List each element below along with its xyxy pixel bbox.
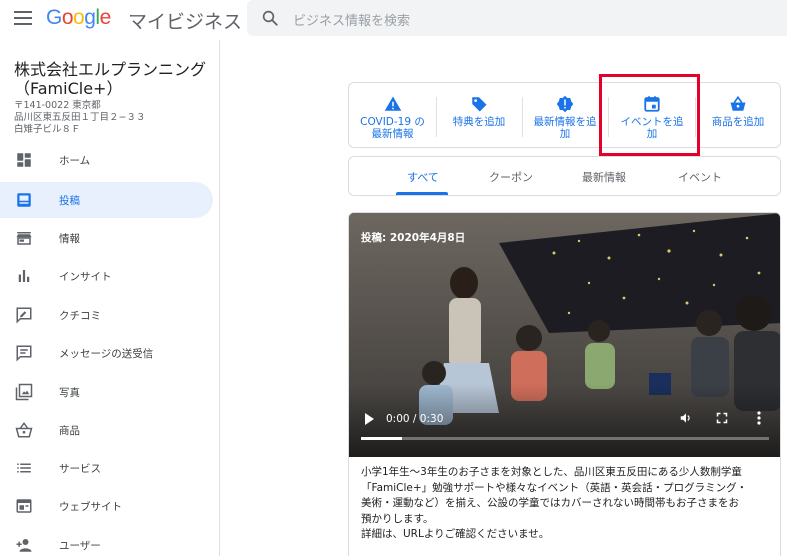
- add-update-button[interactable]: 最新情報を追加: [522, 83, 608, 149]
- sidebar-item-services[interactable]: サービス: [0, 450, 213, 486]
- sidebar-item-label: ウェブサイト: [59, 501, 122, 513]
- action-label: 特典を追加: [452, 116, 506, 128]
- sidebar-item-label: 情報: [59, 233, 80, 245]
- tab-coupons[interactable]: クーポン: [489, 169, 533, 185]
- sidebar-item-messages[interactable]: メッセージの送受信: [0, 335, 213, 371]
- sidebar-item-reviews[interactable]: クチコミ: [0, 297, 213, 333]
- business-name: 株式会社エルプランニング（FamiCle+）: [14, 60, 207, 98]
- video-time: 0:00 / 0:30: [386, 413, 444, 425]
- covid-update-button[interactable]: COVID-19 の最新情報: [349, 83, 436, 149]
- add-person-icon: [16, 539, 32, 552]
- posts-icon: [17, 193, 31, 207]
- badge-icon: [556, 95, 574, 113]
- add-offer-button[interactable]: 特典を追加: [436, 83, 522, 149]
- action-label: 商品を追加: [711, 116, 765, 128]
- tab-updates[interactable]: 最新情報: [582, 169, 626, 185]
- storefront-icon: [16, 232, 32, 245]
- sidebar-item-info[interactable]: 情報: [0, 220, 213, 256]
- action-label: 最新情報を追加: [533, 116, 597, 140]
- sidebar-item-label: メッセージの送受信: [59, 348, 154, 360]
- sidebar-item-posts[interactable]: 投稿: [0, 182, 213, 218]
- sidebar-item-label: ユーザー: [59, 540, 101, 552]
- post-filter-tabs: すべて クーポン 最新情報 イベント: [348, 156, 781, 196]
- active-tab-indicator: [396, 192, 448, 195]
- video-controls: 0:00 / 0:30: [349, 409, 780, 457]
- tab-events[interactable]: イベント: [678, 169, 722, 185]
- review-icon: [16, 307, 32, 324]
- add-product-button[interactable]: 商品を追加: [695, 83, 781, 149]
- post-body: 小学1年生～3年生のお子さまを対象とした、品川区東五反田にある少人数制学童 「F…: [361, 466, 748, 540]
- tab-all[interactable]: すべて: [407, 169, 439, 185]
- sidebar: 株式会社エルプランニング（FamiCle+） 〒141-0022 東京都 品川区…: [0, 40, 220, 556]
- sidebar-item-label: 投稿: [59, 195, 80, 207]
- tag-icon: [472, 97, 487, 112]
- play-icon[interactable]: [365, 413, 374, 425]
- message-icon: [16, 345, 32, 362]
- sidebar-item-insights[interactable]: インサイト: [0, 258, 213, 294]
- highlight-box: [599, 74, 700, 156]
- post-date: 投稿: 2020年4月8日: [361, 232, 466, 244]
- list-icon: [17, 463, 31, 473]
- sidebar-item-label: 写真: [59, 387, 80, 399]
- hamburger-menu-icon[interactable]: [14, 11, 32, 25]
- sidebar-item-photos[interactable]: 写真: [0, 374, 213, 410]
- search-icon[interactable]: [261, 9, 279, 27]
- top-bar: Google マイビジネス ビジネス情報を検索: [0, 0, 787, 40]
- search-bar[interactable]: ビジネス情報を検索: [247, 0, 787, 36]
- sidebar-item-label: 商品: [59, 425, 80, 437]
- video-progress-bar[interactable]: [361, 437, 769, 440]
- sidebar-item-label: クチコミ: [59, 310, 101, 322]
- sidebar-item-products[interactable]: 商品: [0, 412, 213, 448]
- fullscreen-icon[interactable]: [716, 412, 728, 424]
- action-label: COVID-19 の最新情報: [360, 116, 425, 140]
- post-video[interactable]: 投稿: 2020年4月8日 0:00 / 0:30: [349, 213, 780, 457]
- google-logo[interactable]: Google: [46, 6, 111, 30]
- warning-icon: [384, 96, 401, 111]
- product-name: マイビジネス: [128, 11, 243, 33]
- basket-icon: [730, 95, 746, 111]
- dashboard-icon: [17, 153, 31, 167]
- web-icon: [16, 499, 32, 513]
- more-options-icon[interactable]: [757, 411, 761, 425]
- sidebar-item-website[interactable]: ウェブサイト: [0, 488, 213, 524]
- post-card: 投稿: 2020年4月8日 0:00 / 0:30 小学1年生～3年生のお子さま…: [348, 212, 781, 556]
- basket-icon: [15, 421, 33, 438]
- photo-icon: [15, 383, 33, 401]
- post-action-toolbar: COVID-19 の最新情報 特典を追加 最新情報を追加 イベントを追加 商品を…: [348, 82, 781, 148]
- sidebar-item-label: ホーム: [59, 155, 91, 167]
- sidebar-item-label: サービス: [59, 463, 101, 475]
- volume-icon[interactable]: [679, 411, 693, 425]
- sidebar-item-label: インサイト: [59, 271, 112, 283]
- sidebar-item-home[interactable]: ホーム: [0, 142, 213, 178]
- business-address: 〒141-0022 東京都 品川区東五反田１丁目２−３３ 白雉子ビル８Ｆ: [14, 100, 146, 135]
- search-input[interactable]: ビジネス情報を検索: [293, 10, 410, 29]
- video-progress-fill: [361, 437, 402, 440]
- bar-chart-icon: [18, 270, 30, 282]
- sidebar-item-users[interactable]: ユーザー: [0, 527, 213, 556]
